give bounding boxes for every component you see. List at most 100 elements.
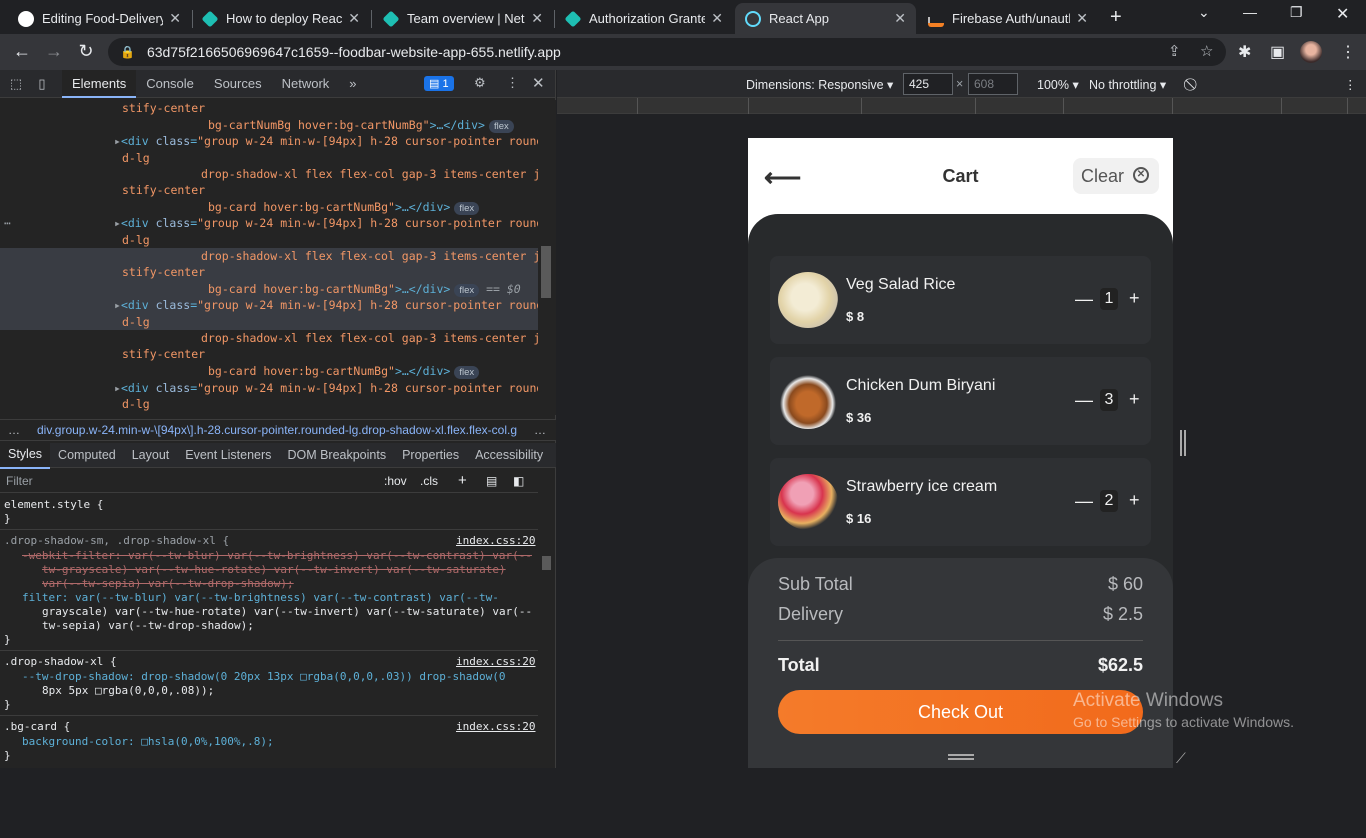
- inspect-icon[interactable]: ⬚: [6, 76, 26, 92]
- dom-line: bg-cartNumBg hover:bg-cartNumBg">…</div>…: [208, 117, 514, 134]
- add-rule-icon[interactable]: +: [458, 469, 467, 493]
- css-selector[interactable]: .bg-card {: [4, 720, 70, 734]
- dom-node[interactable]: ▸<div class="group w-24 min-w-[94px] h-2…: [114, 297, 538, 314]
- devtools-close-icon[interactable]: ✕: [532, 74, 545, 92]
- css-selector[interactable]: .drop-shadow-sm, .drop-shadow-xl {: [4, 534, 229, 548]
- tab-properties[interactable]: Properties: [394, 443, 467, 468]
- forward-icon[interactable]: →: [42, 41, 66, 62]
- tab-elements[interactable]: Elements: [62, 69, 137, 98]
- tab-sources[interactable]: Sources: [204, 70, 272, 98]
- height-input[interactable]: 608: [968, 73, 1018, 95]
- restore-icon[interactable]: ❐: [1290, 4, 1303, 21]
- css-selector[interactable]: .drop-shadow-xl {: [4, 655, 117, 669]
- times-icon: ×: [956, 77, 964, 91]
- tab-styles[interactable]: Styles: [0, 441, 51, 469]
- tab-netlify-deploy[interactable]: How to deploy React A ✕: [192, 3, 370, 34]
- increase-quantity-button[interactable]: +: [1129, 389, 1140, 410]
- resize-handle-right[interactable]: [1180, 430, 1186, 456]
- close-icon[interactable]: ✕: [711, 10, 723, 27]
- zoom-dropdown[interactable]: 100% ▾: [1037, 77, 1079, 92]
- decrease-quantity-button[interactable]: —: [1075, 289, 1093, 310]
- issues-badge[interactable]: ▤ 1: [424, 76, 454, 91]
- paint-icon[interactable]: ▤: [486, 469, 497, 493]
- github-icon: [18, 10, 34, 27]
- device-toolbar-icon[interactable]: ▯: [32, 76, 52, 92]
- tab-netlify-team[interactable]: Team overview | Netlif ✕: [373, 3, 553, 34]
- styles-scrollbar[interactable]: [538, 494, 556, 838]
- resize-corner-icon[interactable]: ⟋: [1176, 750, 1186, 767]
- devtools-panel: ⬚ ▯ Elements Console Sources Network » ▤…: [0, 69, 556, 768]
- tab-title: React App: [769, 11, 829, 26]
- styles-filter-input[interactable]: Filter :hov .cls + ▤ ◧: [0, 469, 538, 493]
- dom-node-selected[interactable]: ▸<div class="group w-24 min-w-[94px] h-2…: [114, 215, 538, 232]
- back-icon[interactable]: ←: [10, 41, 34, 62]
- close-icon[interactable]: ✕: [348, 10, 360, 27]
- devtools-menu-icon[interactable]: ⋮: [506, 75, 519, 91]
- close-icon[interactable]: ✕: [169, 10, 181, 27]
- windows-activation-watermark: Activate Windows Go to Settings to activ…: [1073, 690, 1294, 730]
- close-icon[interactable]: ✕: [531, 10, 543, 27]
- cart-header: ⟵ Cart Clear ✕: [748, 138, 1173, 214]
- sidebar-toggle-icon[interactable]: ◧: [513, 469, 524, 493]
- throttling-dropdown[interactable]: No throttling ▾: [1089, 77, 1166, 92]
- share-icon[interactable]: ⇪: [1168, 42, 1181, 60]
- tab-layout[interactable]: Layout: [124, 443, 178, 468]
- width-input[interactable]: 425: [903, 73, 953, 95]
- window-close-icon[interactable]: ✕: [1336, 4, 1349, 24]
- dom-node[interactable]: ▸<div class="group w-24 min-w-[94px] h-2…: [114, 380, 538, 397]
- tab-title: How to deploy React A: [226, 11, 343, 26]
- address-bar[interactable]: 🔒 63d75f2166506969647c1659--foodbar-webs…: [108, 38, 1226, 66]
- increase-quantity-button[interactable]: +: [1129, 288, 1140, 309]
- tab-title: Firebase Auth/unauth: [952, 11, 1071, 26]
- tab-event-listeners[interactable]: Event Listeners: [177, 443, 279, 468]
- new-tab-button[interactable]: +: [1110, 6, 1122, 29]
- tab-computed[interactable]: Computed: [50, 443, 124, 468]
- css-source-link[interactable]: index.css:20: [456, 720, 535, 734]
- item-quantity: 2: [1100, 490, 1118, 512]
- hov-toggle[interactable]: :hov: [384, 469, 407, 493]
- bookmark-star-icon[interactable]: ☆: [1200, 42, 1213, 60]
- tab-react-app[interactable]: React App ✕: [735, 3, 916, 34]
- device-menu-icon[interactable]: ⋮: [1344, 77, 1357, 92]
- tab-stackoverflow[interactable]: Firebase Auth/unauth ✕: [918, 3, 1098, 34]
- tab-strip: Editing Food-Delivery ✕ How to deploy Re…: [0, 0, 1366, 34]
- cls-toggle[interactable]: .cls: [420, 469, 438, 493]
- tab-github[interactable]: Editing Food-Delivery ✕: [8, 3, 191, 34]
- extensions-icon[interactable]: ✱: [1238, 42, 1251, 62]
- tab-title: Editing Food-Delivery: [42, 11, 164, 26]
- dom-node[interactable]: ▸<div class="group w-24 min-w-[94px] h-2…: [114, 133, 538, 150]
- close-icon[interactable]: ✕: [894, 10, 906, 27]
- tab-search-icon[interactable]: ⌄: [1198, 4, 1210, 21]
- reload-icon[interactable]: ↻: [74, 41, 98, 62]
- increase-quantity-button[interactable]: +: [1129, 490, 1140, 511]
- decrease-quantity-button[interactable]: —: [1075, 390, 1093, 411]
- resize-handle-bottom[interactable]: [948, 754, 974, 760]
- cart-app: ⟵ Cart Clear ✕ Veg Salad Rice $ 8 — 1 + …: [748, 138, 1173, 768]
- menu-icon[interactable]: ⋮: [1340, 42, 1356, 62]
- tab-dom-breakpoints[interactable]: DOM Breakpoints: [279, 443, 394, 468]
- tab-netlify-auth[interactable]: Authorization Granted ✕: [555, 3, 733, 34]
- decrease-quantity-button[interactable]: —: [1075, 491, 1093, 512]
- clear-cart-button[interactable]: Clear ✕: [1073, 158, 1159, 194]
- item-quantity: 1: [1100, 288, 1118, 310]
- breadcrumb[interactable]: … div.group.w-24.min-w-\[94px\].h-28.cur…: [0, 419, 556, 441]
- more-tabs-icon[interactable]: »: [339, 70, 366, 98]
- css-source-link[interactable]: index.css:20: [456, 534, 535, 548]
- media-query-ruler[interactable]: [557, 98, 1366, 114]
- profile-avatar[interactable]: [1300, 41, 1322, 63]
- css-source-link[interactable]: index.css:20: [456, 655, 535, 669]
- dom-tree[interactable]: stify-center bg-cartNumBg hover:bg-cartN…: [0, 100, 538, 415]
- tab-accessibility[interactable]: Accessibility: [467, 443, 551, 468]
- cart-item: Veg Salad Rice $ 8 — 1 +: [770, 256, 1151, 344]
- close-icon[interactable]: ✕: [1076, 10, 1088, 27]
- dimensions-dropdown[interactable]: Dimensions: Responsive ▾: [746, 77, 893, 92]
- side-panel-icon[interactable]: ▣: [1270, 42, 1285, 62]
- device-toolbar: Dimensions: Responsive ▾ 425 × 608 100% …: [557, 70, 1366, 98]
- settings-gear-icon[interactable]: ⚙: [474, 75, 486, 91]
- tab-console[interactable]: Console: [136, 70, 204, 98]
- dom-scrollbar[interactable]: [538, 100, 556, 415]
- devtools-toolbar: ⬚ ▯ Elements Console Sources Network » ▤…: [0, 69, 555, 98]
- tab-title: Authorization Granted: [589, 11, 706, 26]
- minimize-icon[interactable]: —: [1243, 4, 1257, 20]
- tab-network[interactable]: Network: [272, 70, 340, 98]
